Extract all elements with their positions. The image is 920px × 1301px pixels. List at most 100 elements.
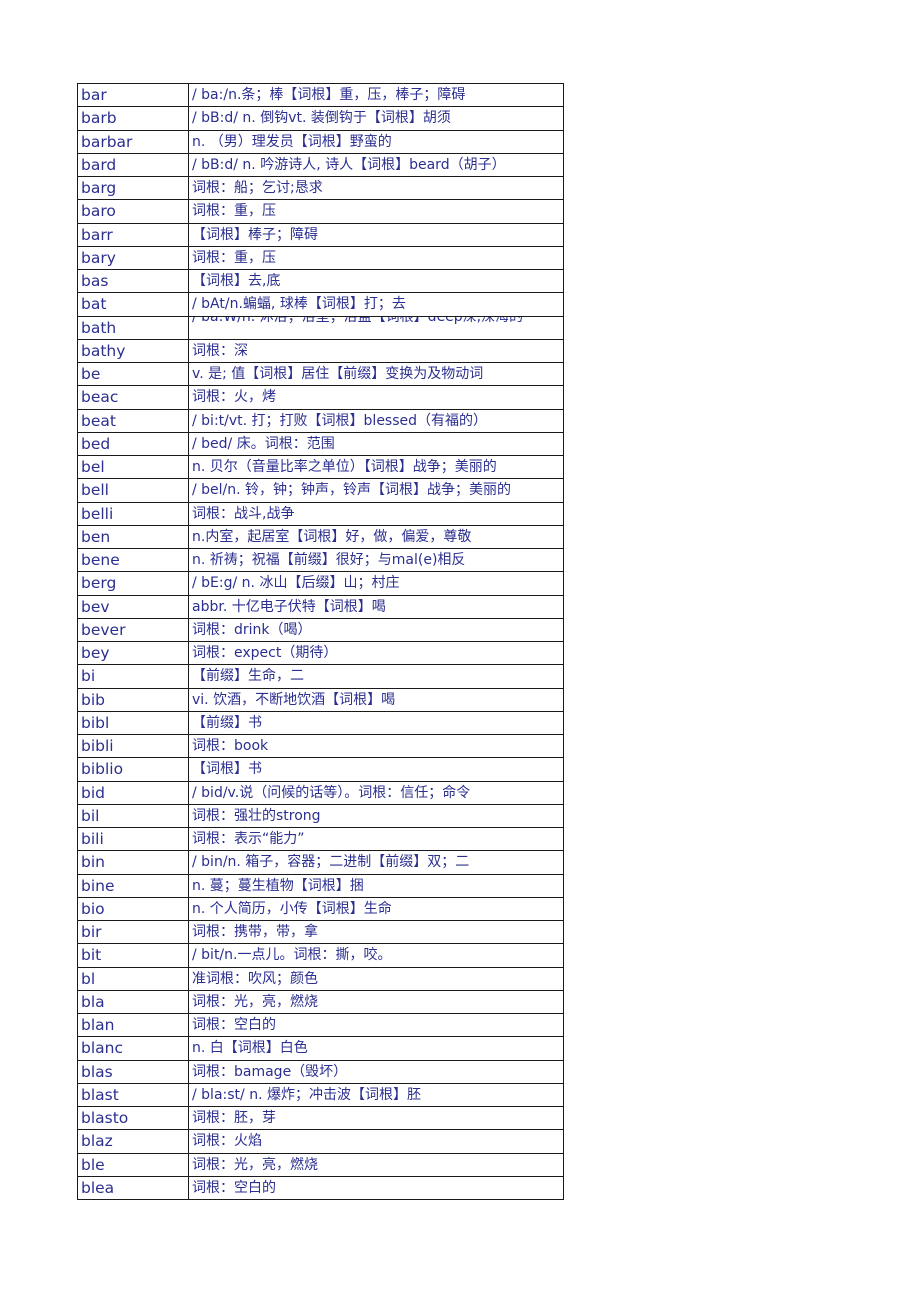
definition-cell: 词根：expect（期待） xyxy=(188,640,564,666)
definition-cell: 词根：drink（喝） xyxy=(188,617,564,643)
definition-cell: n. （男）理发员【词根】野蛮的 xyxy=(188,129,564,154)
table-row: bell / bel/n. 铃，钟；钟声，铃声【词根】战争；美丽的 xyxy=(77,478,564,503)
term-cell: belli xyxy=(77,501,189,526)
table-row: belli 词根：战斗,战争 xyxy=(77,501,564,526)
definition-cell: 词根：火焰 xyxy=(188,1129,564,1154)
definition-cell: 词根：胚，芽 xyxy=(188,1105,564,1131)
term-cell: bev xyxy=(77,594,189,619)
term-cell: barb xyxy=(77,106,189,131)
table-row: bat / bAt/n.蝙蝠, 球棒【词根】打；去 xyxy=(77,292,564,317)
term-cell: blea xyxy=(77,1175,189,1201)
term-cell: bever xyxy=(77,617,189,643)
table-row: bathy 词根：深 xyxy=(77,338,564,364)
table-row: beat / bi:t/vt. 打；打败【词根】blessed（有福的） xyxy=(77,408,564,433)
term-cell: bibli xyxy=(77,733,189,759)
term-cell: bit xyxy=(77,943,189,968)
term-cell: blanc xyxy=(77,1036,189,1061)
table-row: blaz 词根：火焰 xyxy=(77,1129,564,1154)
term-cell: bio xyxy=(77,896,189,922)
term-cell: bine xyxy=(77,873,189,898)
definition-cell: / bla:st/ n. 爆炸；冲击波【词根】胚 xyxy=(188,1082,564,1108)
term-cell: blaz xyxy=(77,1129,189,1154)
table-row: bath / ba:W/n. 沐浴；浴室；浴盆【词根】deep深,深海的 xyxy=(77,315,564,340)
table-row: barr 【词根】棒子；障碍 xyxy=(77,222,564,247)
table-row: ble 词根：光，亮，燃烧 xyxy=(77,1152,564,1177)
term-cell: bell xyxy=(77,478,189,503)
table-row: bid / bid/v.说（问候的话等）。词根：信任；命令 xyxy=(77,780,564,805)
definition-cell: 【词根】去,底 xyxy=(188,268,564,294)
term-cell: biblio xyxy=(77,757,189,782)
table-row: bil 词根：强壮的strong xyxy=(77,803,564,829)
term-cell: bard xyxy=(77,152,189,178)
definition-cell: 准词根：吹风；颜色 xyxy=(188,966,564,991)
table-row: bili 词根：表示“能力” xyxy=(77,826,564,852)
table-row: blasto 词根：胚，芽 xyxy=(77,1105,564,1131)
table-row: berg / bE:g/ n. 冰山【后缀】山；村庄 xyxy=(77,571,564,596)
definition-cell: 词根：船；乞讨;恳求 xyxy=(188,175,564,201)
table-row: beac 词根：火，烤 xyxy=(77,385,564,410)
definition-cell: abbr. 十亿电子伏特【词根】喝 xyxy=(188,594,564,619)
table-row: bine n. 蔓；蔓生植物【词根】捆 xyxy=(77,873,564,898)
definition-cell: / bB:d/ n. 倒钩vt. 装倒钩于【词根】胡须 xyxy=(188,106,564,131)
table-row: bas 【词根】去,底 xyxy=(77,268,564,294)
table-row: blea 词根：空白的 xyxy=(77,1175,564,1201)
term-cell: bla xyxy=(77,989,189,1015)
table-row: bev abbr. 十亿电子伏特【词根】喝 xyxy=(77,594,564,619)
table-row: barbar n. （男）理发员【词根】野蛮的 xyxy=(77,129,564,154)
table-row: bed / bed/ 床。词根：范围 xyxy=(77,431,564,457)
definition-cell: n. 白【词根】白色 xyxy=(188,1036,564,1061)
definition-cell: vi. 饮酒，不断地饮酒【词根】喝 xyxy=(188,687,564,712)
term-cell: ben xyxy=(77,524,189,550)
term-cell: bi xyxy=(77,664,189,689)
definition-cell: 【词根】书 xyxy=(188,757,564,782)
definition-cell: 【前缀】生命，二 xyxy=(188,664,564,689)
table-row: bever 词根：drink（喝） xyxy=(77,617,564,643)
definition-cell: n. 祈祷；祝福【前缀】很好；与mal(e)相反 xyxy=(188,547,564,573)
definition-cell: 词根：空白的 xyxy=(188,1012,564,1038)
definition-cell: 词根：携带，带，拿 xyxy=(188,919,564,945)
document-page: bar / ba:/n.条；棒【词根】重，压，棒子；障碍 barb / bB:d/ n… xyxy=(0,0,920,1301)
definition-cell: 词根：深 xyxy=(188,338,564,364)
term-cell: blast xyxy=(77,1082,189,1108)
vocabulary-table-body: bar / ba:/n.条；棒【词根】重，压，棒子；障碍 barb / bB:d/ n… xyxy=(77,82,564,1201)
table-row: bin / bin/n. 箱子，容器；二进制【前缀】双；二 xyxy=(77,850,564,875)
definition-cell: 词根：空白的 xyxy=(188,1175,564,1201)
table-row: bey 词根：expect（期待） xyxy=(77,640,564,666)
table-row: bit / bit/n.一点儿。词根：撕，咬。 xyxy=(77,943,564,968)
term-cell: bib xyxy=(77,687,189,712)
term-cell: be xyxy=(77,361,189,387)
term-cell: bl xyxy=(77,966,189,991)
vocabulary-table: bar / ba:/n.条；棒【词根】重，压，棒子；障碍 barb / bB:d/ n… xyxy=(77,82,564,1201)
table-row: biblio 【词根】书 xyxy=(77,757,564,782)
definition-cell: / bi:t/vt. 打；打败【词根】blessed（有福的） xyxy=(188,408,564,433)
definition-cell: / bE:g/ n. 冰山【后缀】山；村庄 xyxy=(188,571,564,596)
table-row: bir 词根：携带，带，拿 xyxy=(77,919,564,945)
term-cell: beat xyxy=(77,408,189,433)
table-row: bel n. 贝尔（音量比率之单位）【词根】战争；美丽的 xyxy=(77,454,564,480)
table-row: blas 词根：bamage（毁坏） xyxy=(77,1059,564,1084)
definition-cell: n.内室，起居室【词根】好，做，偏爱，尊敬 xyxy=(188,524,564,550)
definition-cell: 【前缀】书 xyxy=(188,710,564,736)
table-row: bl 准词根：吹风；颜色 xyxy=(77,966,564,991)
term-cell: bil xyxy=(77,803,189,829)
table-row: bibl 【前缀】书 xyxy=(77,710,564,736)
term-cell: bili xyxy=(77,826,189,852)
term-cell: bath xyxy=(77,315,189,340)
definition-cell: / bid/v.说（问候的话等）。词根：信任；命令 xyxy=(188,780,564,805)
table-row: blast / bla:st/ n. 爆炸；冲击波【词根】胚 xyxy=(77,1082,564,1108)
term-cell: bey xyxy=(77,640,189,666)
definition-cell: 词根：强壮的strong xyxy=(188,803,564,829)
table-row: bar / ba:/n.条；棒【词根】重，压，棒子；障碍 xyxy=(77,82,564,108)
definition-cell: 词根：book xyxy=(188,733,564,759)
definition-cell: n. 蔓；蔓生植物【词根】捆 xyxy=(188,873,564,898)
table-row: be v. 是; 值【词根】居住【前缀】变换为及物动词 xyxy=(77,361,564,387)
table-row: blan 词根：空白的 xyxy=(77,1012,564,1038)
table-row: bene n. 祈祷；祝福【前缀】很好；与mal(e)相反 xyxy=(77,547,564,573)
term-cell: bir xyxy=(77,919,189,945)
term-cell: barr xyxy=(77,222,189,247)
term-cell: bar xyxy=(77,82,189,108)
term-cell: bat xyxy=(77,292,189,317)
definition-cell: / bel/n. 铃，钟；钟声，铃声【词根】战争；美丽的 xyxy=(188,478,564,503)
definition-cell: 词根：重，压 xyxy=(188,245,564,271)
definition-cell: 词根：火，烤 xyxy=(188,385,564,410)
